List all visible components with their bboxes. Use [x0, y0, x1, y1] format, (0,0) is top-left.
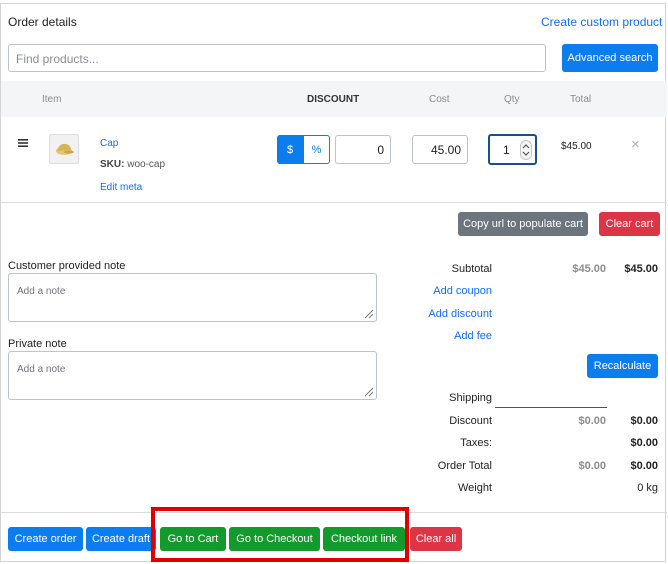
- add-fee-link[interactable]: Add fee: [392, 330, 492, 342]
- customer-note-placeholder: Add a note: [17, 286, 66, 297]
- go-to-checkout-button[interactable]: Go to Checkout: [229, 527, 320, 551]
- table-row: Cap SKU: woo-cap Edit meta $ % 0 45.00 1…: [1, 117, 667, 203]
- weight-value: 0 kg: [637, 482, 658, 494]
- discount-total-value: $0.00: [630, 415, 658, 427]
- discount-old: $0.00: [578, 415, 606, 427]
- discount-input[interactable]: 0: [335, 135, 391, 164]
- column-item: Item: [42, 94, 62, 105]
- edit-meta-link[interactable]: Edit meta: [100, 182, 142, 193]
- subtotal-old: $45.00: [572, 263, 606, 275]
- product-sku: SKU: woo-cap: [100, 159, 165, 170]
- weight-label: Weight: [457, 482, 492, 494]
- advanced-search-button[interactable]: Advanced search: [562, 44, 658, 72]
- clear-all-button[interactable]: Clear all: [410, 527, 462, 551]
- product-name-link[interactable]: Cap: [100, 138, 118, 149]
- remove-item-icon[interactable]: ×: [631, 136, 640, 153]
- cost-input[interactable]: 45.00: [412, 135, 468, 164]
- order-details-title: Order details: [8, 15, 77, 29]
- private-note-textarea[interactable]: Add a note: [8, 351, 377, 400]
- product-thumbnail: [49, 134, 79, 164]
- go-to-cart-button[interactable]: Go to Cart: [160, 527, 226, 551]
- create-order-button[interactable]: Create order: [8, 527, 83, 551]
- shipping-underline: [495, 407, 607, 408]
- taxes-value: $0.00: [630, 437, 658, 449]
- column-discount: DISCOUNT: [307, 94, 360, 105]
- stepper-arrows-icon: [522, 144, 530, 156]
- create-custom-product-link[interactable]: Create custom product: [541, 15, 662, 29]
- discount-currency-toggle[interactable]: $: [277, 135, 303, 164]
- column-total: Total: [570, 94, 592, 105]
- table-header: Item DISCOUNT Cost Qty Total: [1, 81, 667, 117]
- shipping-label: Shipping: [449, 392, 492, 404]
- add-discount-link[interactable]: Add discount: [392, 308, 492, 320]
- customer-note-label: Customer provided note: [8, 260, 126, 272]
- line-total: $45.00: [561, 141, 592, 152]
- resize-grip-icon[interactable]: [362, 385, 374, 397]
- clear-cart-button[interactable]: Clear cart: [599, 212, 660, 236]
- find-products-placeholder: Find products...: [16, 52, 99, 66]
- order-details-panel: Order details Create custom product Find…: [0, 3, 667, 562]
- recalculate-button[interactable]: Recalculate: [587, 354, 658, 378]
- qty-stepper[interactable]: [520, 140, 532, 160]
- create-draft-button[interactable]: Create draft: [86, 527, 156, 551]
- divider: [1, 202, 667, 203]
- taxes-label: Taxes:: [460, 437, 492, 449]
- column-qty: Qty: [504, 94, 520, 105]
- divider: [1, 512, 667, 513]
- qty-value: 1: [503, 143, 510, 157]
- subtotal-label: Subtotal: [451, 263, 492, 275]
- order-total-old: $0.00: [578, 460, 606, 472]
- copy-url-button[interactable]: Copy url to populate cart: [458, 212, 588, 236]
- order-total-label: Order Total: [437, 460, 492, 472]
- sku-label: SKU:: [100, 159, 125, 170]
- customer-note-textarea[interactable]: Add a note: [8, 273, 377, 322]
- order-total-value: $0.00: [630, 460, 658, 472]
- discount-percent-toggle[interactable]: %: [303, 135, 330, 164]
- subtotal-value: $45.00: [624, 263, 658, 275]
- add-coupon-link[interactable]: Add coupon: [392, 285, 492, 297]
- cap-image-icon: [56, 143, 74, 155]
- find-products-input[interactable]: Find products...: [8, 44, 546, 72]
- sku-value: woo-cap: [127, 159, 166, 170]
- checkout-link-button[interactable]: Checkout link: [323, 527, 405, 551]
- drag-handle-icon[interactable]: [18, 135, 28, 147]
- private-note-placeholder: Add a note: [17, 364, 66, 375]
- qty-input[interactable]: 1: [488, 134, 537, 165]
- discount-label: Discount: [449, 415, 492, 427]
- resize-grip-icon[interactable]: [362, 307, 374, 319]
- private-note-label: Private note: [8, 338, 67, 350]
- column-cost: Cost: [429, 94, 450, 105]
